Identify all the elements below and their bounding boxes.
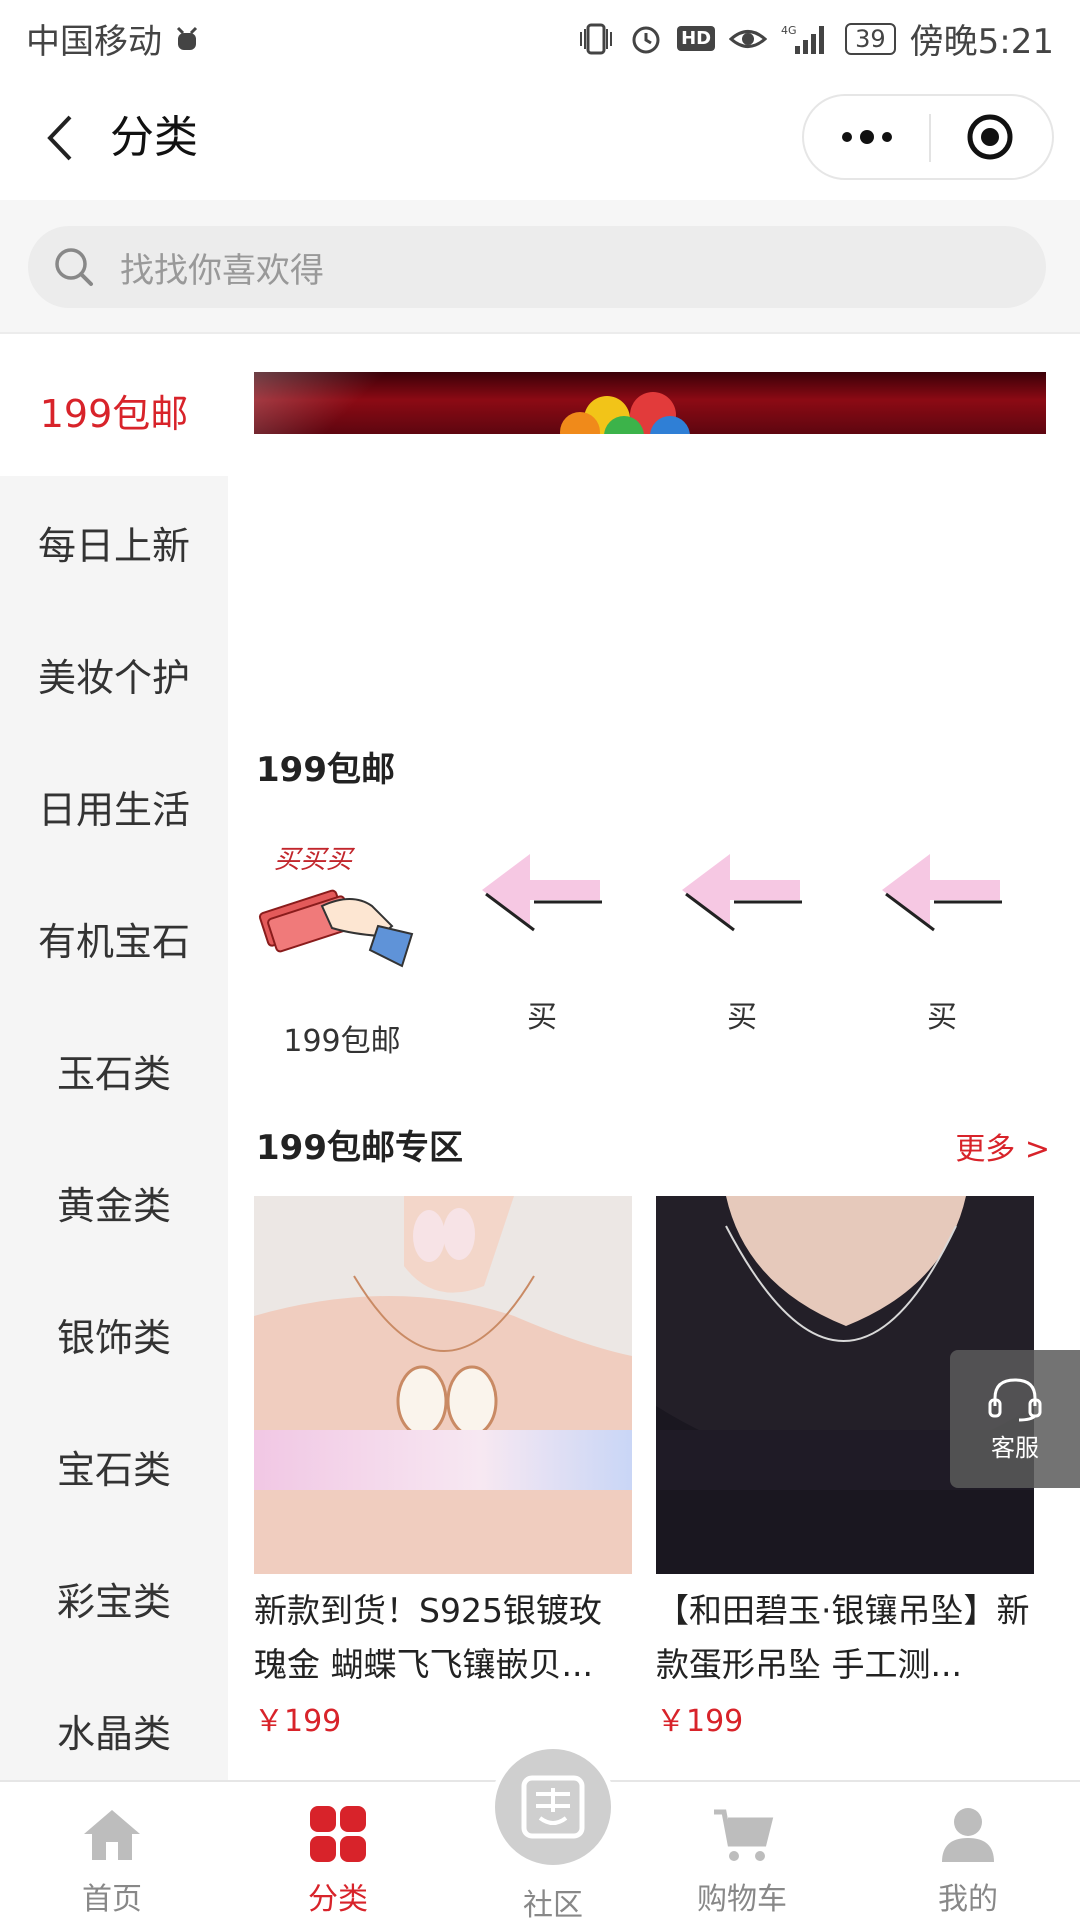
headset-icon bbox=[988, 1377, 1042, 1421]
sidebar-item-crystal[interactable]: 水晶类 bbox=[0, 1664, 228, 1780]
subcategory-label: 买 bbox=[927, 1000, 957, 1035]
user-icon bbox=[936, 1802, 1000, 1866]
community-icon bbox=[521, 1775, 585, 1839]
sidebar-item-label: 有机宝石 bbox=[37, 919, 190, 964]
sidebar-item-label: 199包邮 bbox=[39, 391, 189, 436]
sidebar-item-label: 宝石类 bbox=[56, 1447, 171, 1492]
more-dots-icon bbox=[841, 130, 892, 144]
sidebar-item-silver[interactable]: 银饰类 bbox=[0, 1268, 228, 1400]
arrow-left-icon bbox=[847, 836, 1037, 952]
nav-bar: 分类 bbox=[0, 76, 1080, 200]
cart-icon bbox=[710, 1802, 774, 1866]
arrow-left-icon bbox=[447, 836, 637, 952]
tab-label: 购物车 bbox=[697, 1882, 787, 1917]
subcategory-label: 买 bbox=[527, 1000, 557, 1035]
arrow-left-icon bbox=[647, 836, 837, 952]
banner-highlight bbox=[254, 372, 414, 434]
subcategory-item[interactable]: 买买买 199包邮 bbox=[242, 836, 442, 1059]
subcategory-item[interactable]: 买 bbox=[842, 836, 1042, 1036]
eye-icon bbox=[729, 24, 768, 54]
signal-icon: 4G bbox=[781, 22, 831, 56]
sidebar-item-label: 彩宝类 bbox=[56, 1579, 171, 1624]
search-input[interactable]: 找找你喜欢得 bbox=[28, 226, 1046, 308]
product-price: ￥199 bbox=[254, 1704, 342, 1739]
sidebar-item-beauty[interactable]: 美妆个护 bbox=[0, 608, 228, 740]
status-right: HD 4G 39 傍晚5:21 bbox=[577, 14, 1054, 63]
tab-label: 社区 bbox=[523, 1888, 583, 1920]
category-sidebar: 199包邮 每日上新 美妆个护 日用生活 有机宝石 玉石类 黄金类 银饰类 宝石… bbox=[0, 344, 228, 1780]
product-title: 新款到货！S925银镀玫瑰金 蝴蝶飞飞镶嵌贝... bbox=[254, 1591, 602, 1684]
tab-category[interactable]: 分类 bbox=[248, 1782, 428, 1920]
time-label: 傍晚5:21 bbox=[909, 22, 1054, 62]
customer-service-label: 客服 bbox=[991, 1433, 1039, 1462]
sidebar-item-organic-gems[interactable]: 有机宝石 bbox=[0, 872, 228, 1004]
search-icon bbox=[50, 243, 98, 291]
tab-label: 分类 bbox=[308, 1882, 368, 1917]
sidebar-item-label: 银饰类 bbox=[56, 1315, 171, 1360]
tab-profile[interactable]: 我的 bbox=[878, 1782, 1058, 1920]
home-icon bbox=[80, 1802, 144, 1866]
sidebar-item-label: 每日上新 bbox=[37, 523, 190, 568]
subcategory-item[interactable]: 买 bbox=[642, 836, 842, 1036]
search-area: 找找你喜欢得 bbox=[0, 200, 1080, 334]
product-price: ￥199 bbox=[656, 1704, 744, 1739]
status-left: 中国移动 bbox=[26, 14, 202, 63]
sidebar-item-label: 黄金类 bbox=[56, 1183, 171, 1228]
vibrate-icon bbox=[577, 22, 615, 56]
sidebar-item-gold[interactable]: 黄金类 bbox=[0, 1136, 228, 1268]
section-title: 199包邮 bbox=[256, 750, 395, 790]
page-title: 分类 bbox=[110, 112, 198, 163]
target-close-icon bbox=[967, 114, 1012, 160]
sidebar-item-label: 玉石类 bbox=[56, 1051, 171, 1096]
subcategory-label: 买 bbox=[727, 1000, 757, 1035]
notification-icon bbox=[172, 24, 202, 54]
grid-icon bbox=[306, 1802, 370, 1866]
svg-text:买买买: 买买买 bbox=[274, 845, 356, 875]
section-title: 199包邮专区 bbox=[256, 1128, 463, 1168]
close-button[interactable] bbox=[927, 96, 1052, 178]
chevron-left-icon bbox=[47, 115, 72, 161]
hd-icon: HD bbox=[677, 26, 716, 51]
customer-service-button[interactable]: 客服 bbox=[950, 1350, 1080, 1488]
sidebar-item-daily-new[interactable]: 每日上新 bbox=[0, 476, 228, 608]
alarm-icon bbox=[629, 22, 663, 56]
sidebar-item-color-gem[interactable]: 彩宝类 bbox=[0, 1532, 228, 1664]
subcategory-item[interactable]: 买 bbox=[442, 836, 642, 1036]
back-button[interactable] bbox=[30, 106, 90, 170]
promo-banner[interactable] bbox=[254, 372, 1046, 434]
more-button[interactable] bbox=[804, 96, 929, 178]
tab-label: 我的 bbox=[938, 1882, 998, 1917]
category-content: 199包邮 买买买 199包邮 买 买 买 199包邮专区 更多 > 新款到货！… bbox=[228, 336, 1080, 1780]
sidebar-item-199-free-shipping[interactable]: 199包邮 bbox=[0, 344, 228, 476]
sidebar-item-daily-life[interactable]: 日用生活 bbox=[0, 740, 228, 872]
product-image bbox=[254, 1196, 632, 1574]
sidebar-item-label: 日用生活 bbox=[37, 787, 190, 832]
tab-home[interactable]: 首页 bbox=[22, 1782, 202, 1920]
sidebar-item-label: 水晶类 bbox=[56, 1711, 171, 1756]
product-card-peek[interactable] bbox=[254, 1430, 632, 1490]
carrier-label: 中国移动 bbox=[26, 22, 162, 62]
status-bar: 中国移动 HD 4G 39 傍晚5:21 bbox=[0, 0, 1080, 76]
more-link[interactable]: 更多 > bbox=[955, 1124, 1050, 1168]
search-placeholder: 找找你喜欢得 bbox=[120, 250, 324, 291]
mini-program-capsule bbox=[802, 94, 1054, 180]
tab-community[interactable] bbox=[490, 1744, 616, 1870]
buy-hand-icon: 买买买 bbox=[247, 836, 437, 976]
sidebar-item-jade[interactable]: 玉石类 bbox=[0, 1004, 228, 1136]
battery-icon: 39 bbox=[845, 22, 896, 55]
tab-label: 首页 bbox=[82, 1882, 142, 1917]
subcategory-row: 买买买 199包邮 买 买 买 bbox=[242, 836, 1062, 1059]
svg-text:4G: 4G bbox=[781, 24, 797, 37]
product-title: 【和田碧玉·银镶吊坠】新款蛋形吊坠 手工测... bbox=[656, 1591, 1030, 1684]
tab-cart[interactable]: 购物车 bbox=[652, 1782, 832, 1920]
subcategory-label: 199包邮 bbox=[283, 1024, 401, 1059]
sidebar-item-label: 美妆个护 bbox=[37, 655, 190, 700]
sidebar-item-gemstone[interactable]: 宝石类 bbox=[0, 1400, 228, 1532]
